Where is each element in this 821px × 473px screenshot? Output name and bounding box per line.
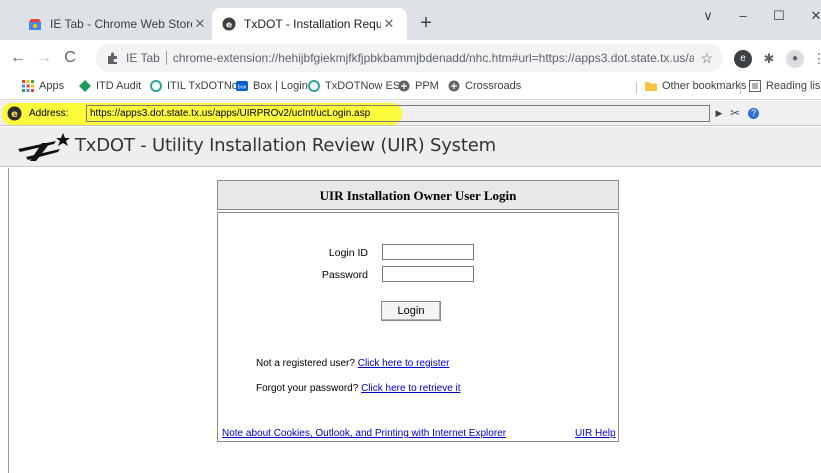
forgot-text: Forgot your password?: [256, 383, 359, 394]
go-arrow-icon[interactable]: ▶: [712, 107, 726, 120]
itd-audit-icon: [79, 80, 91, 92]
svg-text:e: e: [226, 21, 232, 31]
uir-help-link[interactable]: UIR Help: [575, 428, 616, 439]
chrome-web-store-icon: [29, 19, 41, 30]
login-button[interactable]: Login: [381, 301, 441, 321]
omnibox-divider: [165, 51, 167, 65]
forward-button[interactable]: →: [32, 46, 56, 70]
login-panel: Login ID Password Login Not a registered…: [217, 212, 619, 442]
omnibox-url[interactable]: chrome-extension://hehijbfgiekmjfkfjpbkb…: [173, 51, 695, 65]
tab-title: IE Tab - Chrome Web Store: [50, 17, 192, 31]
ppm-icon: [398, 80, 410, 92]
back-button[interactable]: ←: [6, 46, 30, 70]
folder-icon: [645, 82, 657, 91]
password-label: Password: [321, 269, 368, 281]
svg-text:e: e: [11, 109, 18, 120]
itil-icon: [150, 80, 162, 92]
box-icon: box: [236, 81, 248, 91]
register-link[interactable]: Click here to register: [358, 358, 450, 369]
address-label: Address:: [29, 108, 69, 119]
new-tab-button[interactable]: +: [413, 10, 439, 36]
browser-toolbar: ← → C IE Tab chrome-extension://hehijbfg…: [0, 40, 821, 76]
tab-search-dropdown-icon[interactable]: ∨: [688, 4, 728, 28]
register-text: Not a registered user?: [256, 358, 355, 369]
password-input[interactable]: [382, 266, 474, 282]
page-header: TxDOT - Utility Installation Review (UIR…: [0, 127, 821, 167]
tab-title: TxDOT - Installation Request: [244, 17, 381, 31]
cookies-note-link[interactable]: Note about Cookies, Outlook, and Printin…: [222, 428, 506, 439]
help-icon[interactable]: ?: [748, 108, 759, 119]
forgot-password-line: Forgot your password? Click here to retr…: [256, 383, 461, 394]
bookmark-label: Box | Login: [253, 80, 308, 92]
bookmark-label: PPM: [415, 80, 439, 92]
svg-text:box: box: [237, 85, 246, 91]
apps-grid-icon: [22, 80, 34, 92]
ietab-extension-icon[interactable]: e: [734, 50, 752, 68]
bookmark-label: ITIL TxDOTNow: [167, 80, 246, 92]
bookmark-label: Other bookmarks: [662, 80, 747, 92]
reading-list-button[interactable]: Reading lis: [749, 80, 820, 92]
ietab-favicon-icon: e: [222, 17, 236, 31]
ietab-logo-icon: e: [7, 106, 22, 121]
bookmarks-separator: [636, 82, 637, 94]
minimize-button[interactable]: –: [723, 4, 763, 28]
bookmark-label: ITD Audit: [96, 80, 142, 92]
omnibox[interactable]: IE Tab chrome-extension://hehijbfgiekmjf…: [96, 44, 723, 72]
tab-chrome-web-store[interactable]: IE Tab - Chrome Web Store ✕: [18, 8, 218, 40]
txdotnow-icon: [308, 80, 320, 92]
extensions-puzzle-icon[interactable]: ✱: [760, 50, 778, 68]
bookmark-crossroads[interactable]: Crossroads: [448, 80, 521, 92]
reload-button[interactable]: C: [58, 46, 82, 70]
maximize-button[interactable]: ☐: [759, 4, 799, 28]
tab-close-icon[interactable]: ✕: [192, 16, 208, 32]
chrome-menu-icon[interactable]: ⋮: [810, 50, 821, 68]
bookmarks-bar: Apps ITD Audit ITIL TxDOTNow box Box | L…: [0, 76, 821, 100]
tab-close-icon[interactable]: ✕: [381, 16, 397, 32]
register-line: Not a registered user? Click here to reg…: [256, 358, 449, 369]
bookmark-itd-audit[interactable]: ITD Audit: [79, 80, 141, 92]
bookmark-ppm[interactable]: PPM: [398, 80, 439, 92]
bookmarks-separator: [740, 82, 741, 94]
crossroads-icon: [448, 80, 460, 92]
profile-avatar-icon[interactable]: ●: [786, 50, 804, 68]
login-panel-heading: UIR Installation Owner User Login: [217, 180, 619, 210]
bookmark-box-login[interactable]: box Box | Login: [236, 80, 308, 92]
omnibox-prefix: IE Tab: [126, 51, 160, 65]
close-window-button[interactable]: ✕: [796, 4, 821, 28]
forgot-password-link[interactable]: Click here to retrieve it: [361, 383, 460, 394]
reading-list-icon: [749, 80, 761, 92]
bookmark-star-icon[interactable]: ☆: [700, 50, 713, 67]
bookmark-apps[interactable]: Apps: [22, 80, 64, 92]
left-divider: [8, 168, 9, 473]
page-title: TxDOT - Utility Installation Review (UIR…: [75, 135, 496, 156]
bookmark-label: Apps: [39, 80, 65, 92]
bookmark-label: Crossroads: [465, 80, 522, 92]
bookmark-itil-txdotnow[interactable]: ITIL TxDOTNow: [150, 80, 246, 92]
tab-strip: IE Tab - Chrome Web Store ✕ e TxDOT - In…: [0, 0, 821, 40]
ietab-address-input[interactable]: [86, 105, 710, 122]
bookmark-txdotnow-ess[interactable]: TxDOTNow ESS: [308, 80, 408, 92]
txdot-logo-icon: [18, 133, 70, 161]
ietab-puzzle-icon: [108, 52, 117, 64]
login-id-input[interactable]: [382, 244, 474, 260]
bookmark-label: TxDOTNow ESS: [325, 80, 408, 92]
bookmark-other-bookmarks[interactable]: Other bookmarks: [645, 80, 746, 92]
bookmark-label: Reading lis: [766, 80, 821, 92]
ietab-address-bar: e Address: ▶ ✂ ?: [0, 101, 821, 126]
login-id-label: Login ID: [328, 247, 368, 259]
tab-txdot-installation-request[interactable]: e TxDOT - Installation Request ✕: [212, 8, 407, 40]
tools-icon[interactable]: ✂: [730, 106, 740, 120]
